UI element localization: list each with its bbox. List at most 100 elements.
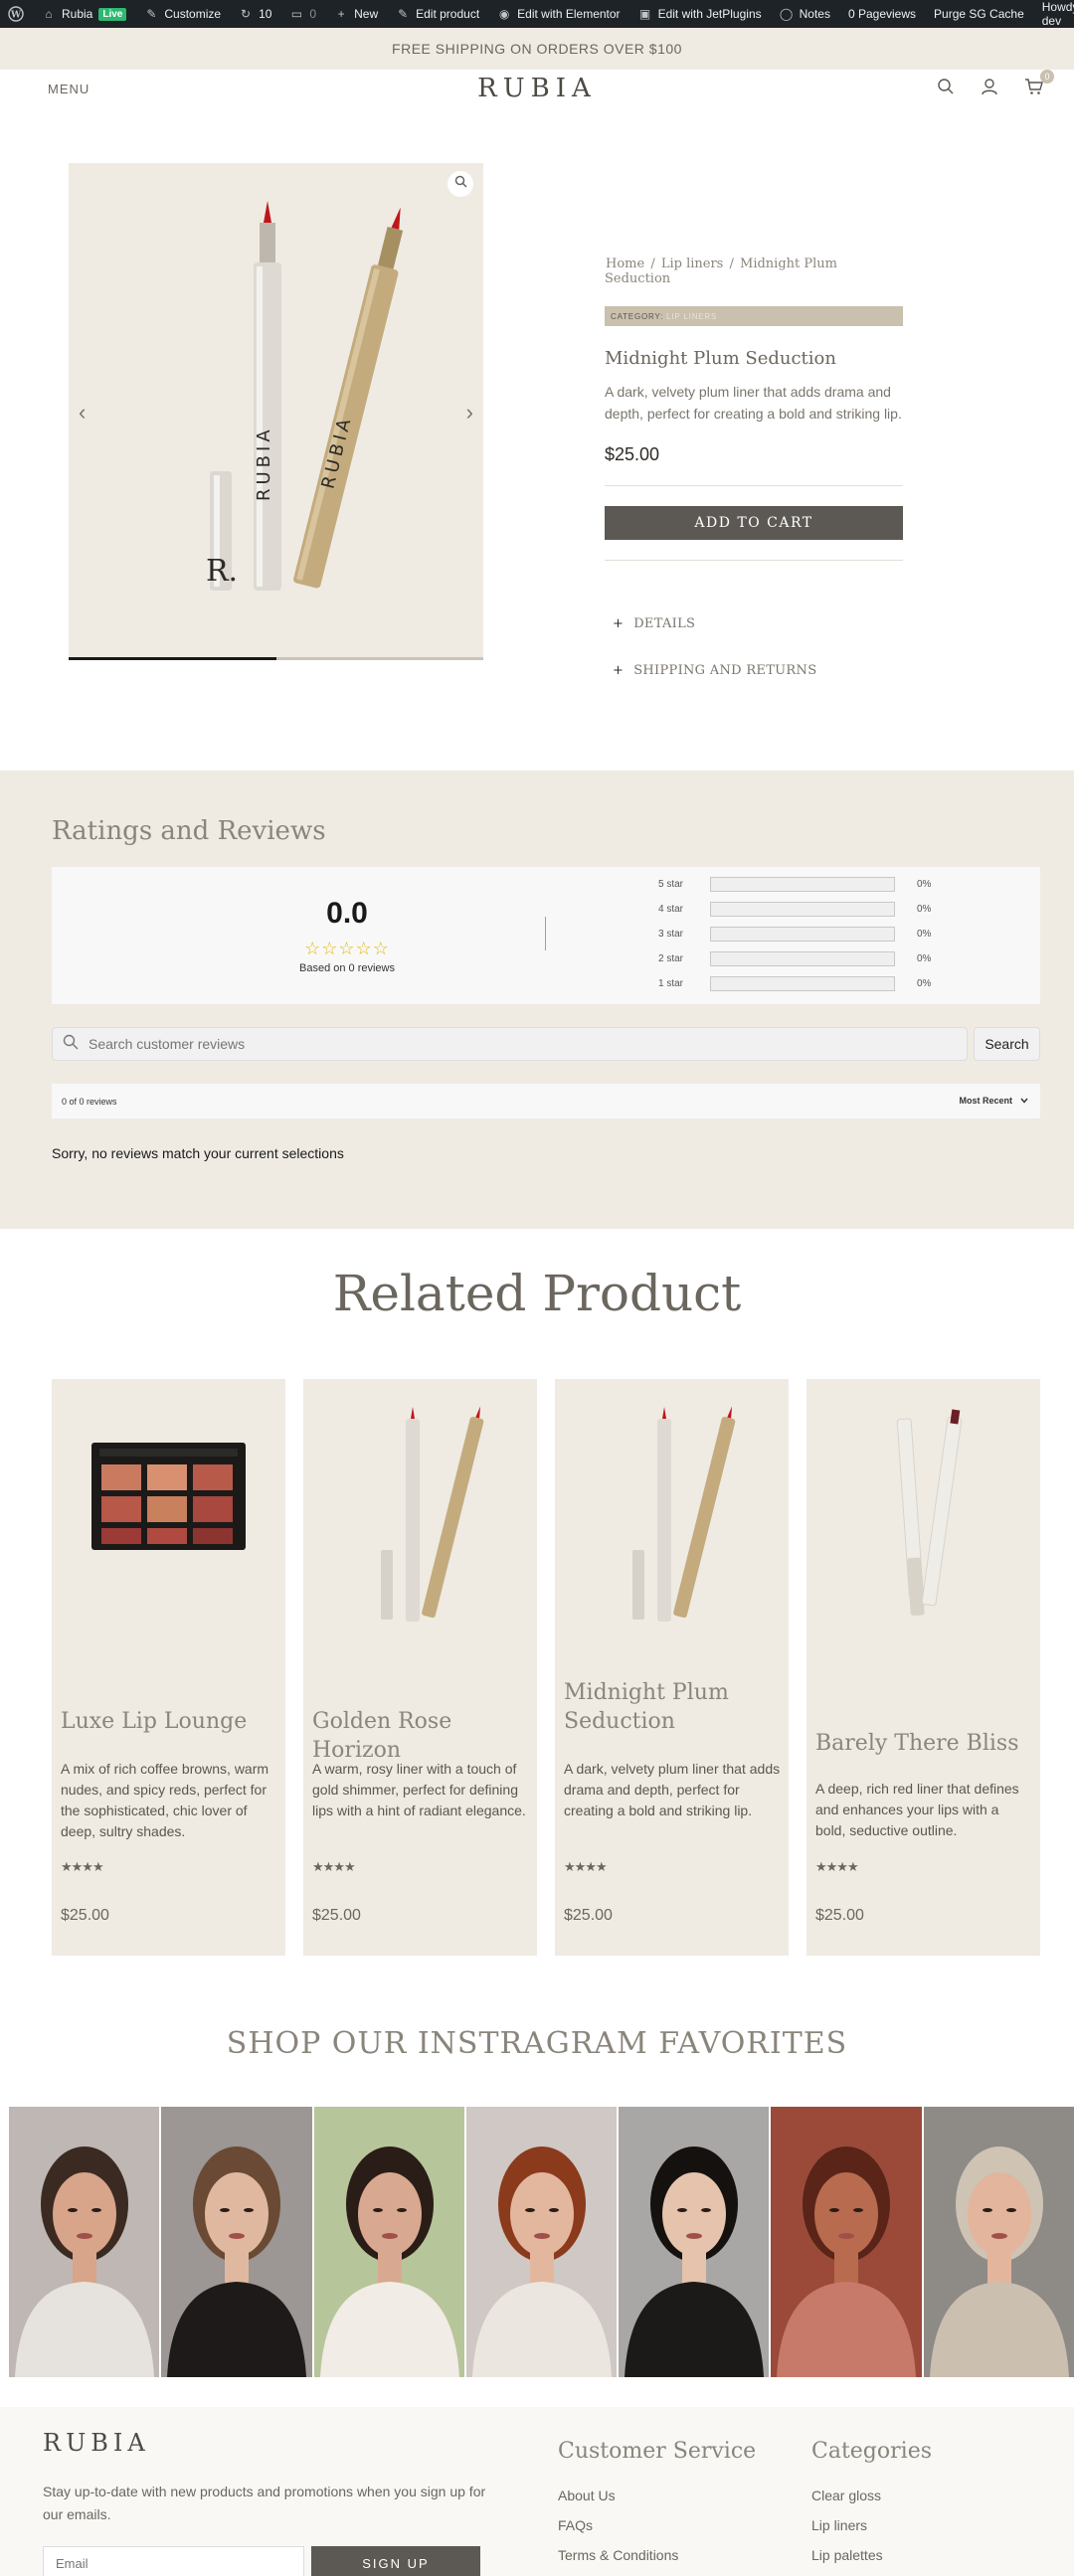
admin-site-name: Rubia [62,7,93,21]
footer-column-title: Categories [811,2439,932,2464]
footer-link-faqs[interactable]: FAQs [558,2517,756,2547]
product-card[interactable]: Luxe Lip Lounge A mix of rich coffee bro… [52,1379,285,1956]
product-card-image [381,1406,484,1622]
review-search-button[interactable]: Search [974,1027,1040,1061]
admin-new-link[interactable]: + New [334,7,379,21]
admin-account-link[interactable]: Howdy, dev [1042,0,1074,28]
rating-bar-track [710,976,895,991]
admin-purge-cache-link[interactable]: Purge SG Cache [934,7,1024,21]
admin-edit-product-label: Edit product [416,7,480,21]
rating-bar-row[interactable]: 4 star 0% [658,902,931,917]
review-search-input[interactable] [89,1036,944,1052]
admin-pageviews-label: 0 Pageviews [847,7,917,21]
product-description: A dark, velvety plum liner that adds dra… [605,384,902,422]
add-to-cart-button[interactable]: ADD TO CART [605,506,903,540]
footer-link-terms[interactable]: Terms & Conditions [558,2547,756,2576]
admin-comments-count: 0 [309,7,317,21]
zoom-button[interactable] [448,171,473,197]
admin-comments-link[interactable]: ▭ 0 [289,7,316,21]
insta-photo-5[interactable] [619,2107,770,2377]
breadcrumb-separator: / [725,257,739,271]
product-summary: Home / Lip liners / Midnight Plum Seduct… [605,257,903,678]
based-on-text: Based on 0 reviews [299,962,395,974]
admin-jetplugins-label: Edit with JetPlugins [657,7,762,21]
admin-edit-product-link[interactable]: ✎ Edit product [396,7,479,21]
live-badge: Live [98,7,127,21]
admin-new-label: New [354,7,379,21]
rating-bar-track [710,951,895,966]
pencil-icon: ✎ [398,7,409,21]
accordion-shipping[interactable]: + SHIPPING AND RETURNS [605,663,903,678]
insta-photo-2[interactable] [161,2107,312,2377]
breadcrumb-category[interactable]: Lip liners [661,257,724,271]
category-label: CATEGORY: [611,311,664,321]
rating-bar-row[interactable]: 5 star 0% [658,877,931,892]
insta-photo-4[interactable] [465,2107,618,2377]
product-card-title[interactable]: Golden Rose Horizon [312,1707,526,1765]
breadcrumb-home[interactable]: Home [606,257,644,271]
admin-customize-link[interactable]: ✎ Customize [144,7,221,21]
site-footer: RUBIA Stay up-to-date with new products … [0,2407,1074,2576]
admin-pageviews-link[interactable]: 0 Pageviews [848,7,916,21]
chevron-left-icon[interactable]: ‹ [79,400,86,426]
admin-elementor-link[interactable]: ◉ Edit with Elementor [497,7,621,21]
admin-notes-link[interactable]: ◯ Notes [780,7,830,21]
rating-bar-row[interactable]: 1 star 0% [658,976,931,991]
site-header: MENU RUBIA 0 [0,70,1074,109]
product-card-rating: ★★★★ [61,1859,104,1874]
product-card-price: $25.00 [312,1907,361,1924]
reviews-title: Ratings and Reviews [52,816,326,846]
wordpress-logo-icon[interactable]: W [8,6,24,22]
insta-photo-7[interactable] [923,2107,1074,2377]
accordion-shipping-label: SHIPPING AND RETURNS [633,663,817,678]
product-card-title[interactable]: Luxe Lip Lounge [61,1707,274,1736]
review-sort-dropdown[interactable]: Most Recent [959,1096,1028,1106]
product-card-title[interactable]: Midnight Plum Seduction [564,1678,778,1736]
chevron-right-icon[interactable]: › [466,400,473,426]
cart-count-badge: 0 [1040,70,1054,84]
admin-bar: W ⌂ Rubia Live ✎ Customize ↻ 10 ▭ 0 + Ne… [0,0,1074,28]
header-icons: 0 [937,70,1054,100]
admin-notes-label: Notes [799,7,830,21]
product-gallery[interactable]: R. RUBIA RUBIA ‹ › [69,163,483,660]
admin-site-link[interactable]: ⌂ Rubia Live [42,7,127,21]
footer-logo[interactable]: RUBIA [43,2429,150,2457]
product-image: R. RUBIA RUBIA [206,201,404,591]
svg-text:W: W [10,11,22,21]
product-card-title[interactable]: Barely There Bliss [815,1729,1029,1758]
rating-bar-row[interactable]: 2 star 0% [658,951,931,966]
footer-customer-service: Customer Service About Us FAQs Terms & C… [558,2439,756,2576]
rating-bar-row[interactable]: 3 star 0% [658,927,931,942]
account-icon[interactable] [981,78,998,100]
footer-link-lip-liners[interactable]: Lip liners [811,2517,932,2547]
search-icon[interactable] [937,78,955,100]
category-value[interactable]: LIP LINERS [666,312,717,321]
divider [605,485,903,486]
product-card[interactable]: Golden Rose Horizon A warm, rosy liner w… [303,1379,537,1956]
footer-link-lip-palettes[interactable]: Lip palettes [811,2547,932,2576]
admin-updates-link[interactable]: ↻ 10 [239,7,271,21]
chevron-down-icon [1020,1096,1028,1106]
product-card[interactable]: Barely There Bliss A deep, rich red line… [806,1379,1040,1956]
product-card-description: A deep, rich red liner that defines and … [815,1781,1019,1838]
footer-link-about[interactable]: About Us [558,2488,756,2517]
review-search-box [52,1027,968,1061]
signup-button[interactable]: SIGN UP [311,2546,480,2576]
footer-link-clear-gloss[interactable]: Clear gloss [811,2488,932,2517]
insta-photo-6[interactable] [771,2107,922,2377]
insta-photo-3[interactable] [313,2107,464,2377]
product-card[interactable]: Midnight Plum Seduction A dark, velvety … [555,1379,789,1956]
product-title: Midnight Plum Seduction [605,348,836,369]
cart-icon[interactable]: 0 [1024,70,1054,100]
rating-bar-label: 1 star [658,978,684,989]
plus-icon: + [613,663,625,678]
product-card-description: A mix of rich coffee browns, warm nudes,… [61,1761,269,1839]
rating-stars: ☆☆☆☆☆ [304,939,390,958]
insta-photo-1[interactable] [9,2107,160,2377]
email-field[interactable] [43,2546,304,2576]
divider [605,560,903,561]
site-logo[interactable]: RUBIA [0,74,1074,103]
admin-jetplugins-link[interactable]: ▣ Edit with JetPlugins [638,7,762,21]
menu-button[interactable]: MENU [48,82,90,96]
accordion-details[interactable]: + DETAILS [605,616,903,631]
